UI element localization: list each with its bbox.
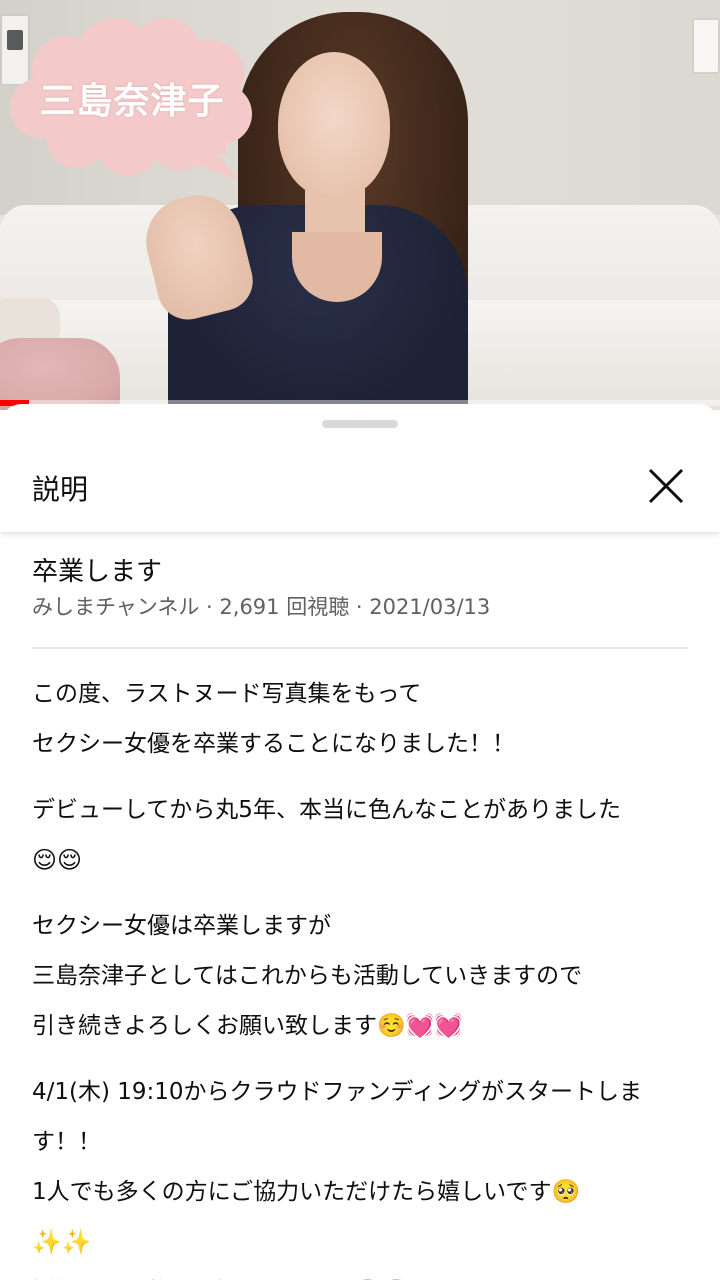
- description-line: この度、ラストヌード写真集をもって: [32, 681, 422, 707]
- description-paragraph: セクシー女優は卒業しますが 三島奈津子としてはこれからも活動していきますので 引…: [32, 901, 692, 1051]
- description-line: 1人でも多くの方にご協力いただけたら嬉しいです🥺: [32, 1179, 581, 1205]
- description-line: す！！: [32, 1129, 101, 1155]
- close-x-icon: [648, 468, 684, 504]
- description-line: 詳細はまた後日お知らせします🥺🥺: [32, 1267, 692, 1280]
- drag-handle[interactable]: [322, 420, 398, 428]
- description-paragraph: デビューしてから丸5年、本当に色んなことがありました 😌😌: [32, 785, 692, 885]
- description-line: 4/1(木) 19:10からクラウドファンディングがスタートしま: [32, 1079, 642, 1105]
- close-button[interactable]: [640, 460, 692, 512]
- description-paragraph: 4/1(木) 19:10からクラウドファンディングがスタートしま す！！ 1人で…: [32, 1067, 692, 1280]
- video-title: 卒業します: [32, 557, 163, 587]
- meta-separator: ·: [349, 595, 370, 619]
- wall-switch-right: [692, 18, 720, 74]
- description-line: セクシー女優を卒業することになりました！！: [32, 731, 515, 757]
- upload-date: 2021/03/13: [369, 595, 491, 619]
- view-count: 2,691 回視聴: [219, 595, 350, 619]
- description-line: 😌😌: [32, 846, 83, 874]
- sheet-header: 説明: [0, 434, 720, 532]
- sheet-title: 説明: [32, 473, 89, 506]
- description-text: この度、ラストヌード写真集をもって セクシー女優を卒業することになりました！！ …: [32, 669, 692, 1280]
- description-line: セクシー女優は卒業しますが: [32, 913, 331, 939]
- description-line: デビューしてから丸5年、本当に色んなことがありました: [32, 797, 621, 823]
- description-line: 引き続きよろしくお願い致します☺️💓💓: [32, 1013, 463, 1039]
- overlay-name-text: 三島奈津子: [39, 81, 225, 122]
- description-line: 三島奈津子としてはこれからも活動していきますので: [32, 963, 583, 989]
- video-player[interactable]: 三島奈津子: [0, 0, 720, 410]
- divider: [32, 647, 688, 649]
- person-face: [278, 52, 390, 198]
- description-paragraph: この度、ラストヌード写真集をもって セクシー女優を卒業することになりました！！: [32, 669, 692, 769]
- video-meta: みしまチャンネル · 2,691 回視聴 · 2021/03/13: [32, 592, 692, 622]
- channel-name[interactable]: みしまチャンネル: [32, 595, 199, 619]
- description-content: 卒業します みしまチャンネル · 2,691 回視聴 · 2021/03/13 …: [32, 554, 692, 1280]
- meta-separator: ·: [199, 595, 220, 619]
- description-line: ✨✨: [32, 1228, 92, 1256]
- description-sheet: 説明 卒業します みしまチャンネル · 2,691 回視聴 · 2021/03/…: [0, 404, 720, 1280]
